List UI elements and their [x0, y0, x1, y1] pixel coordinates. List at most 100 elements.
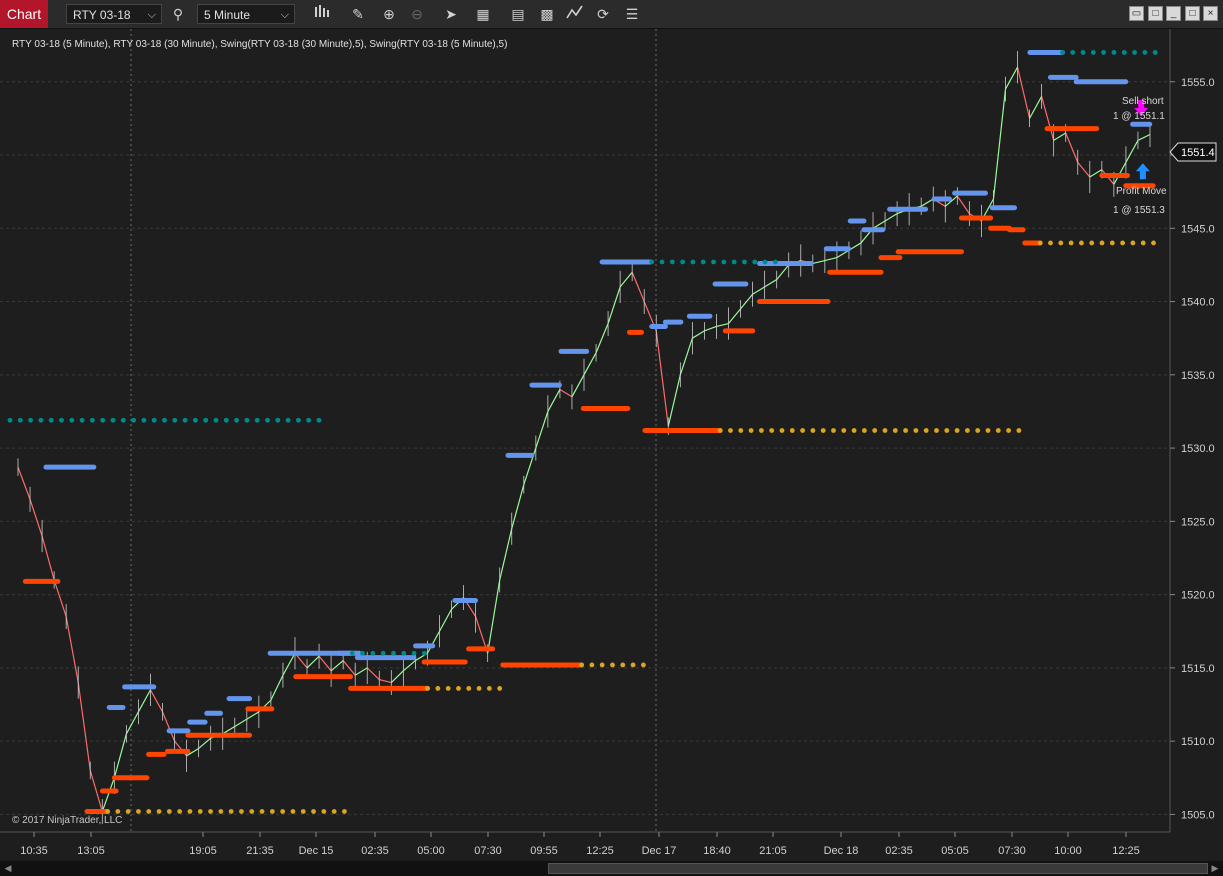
- swing-low-dot: [1006, 428, 1011, 433]
- swing-low-dot: [640, 662, 646, 668]
- swing-high-dot: [69, 417, 75, 423]
- swing-low-dot: [841, 428, 847, 433]
- swing-high-dot: [48, 417, 54, 423]
- swing-high-dot: [411, 650, 417, 656]
- templates-icon[interactable]: ▩: [536, 4, 558, 24]
- search-icon[interactable]: ⚲: [167, 4, 189, 24]
- swing-low-dot: [331, 809, 337, 814]
- swing-low-dot: [620, 662, 626, 668]
- scroll-thumb[interactable]: [548, 863, 1208, 874]
- swing-high-dot: [762, 259, 768, 265]
- properties-icon[interactable]: ☰: [621, 4, 643, 24]
- swing-low-dot: [1037, 240, 1043, 246]
- swing-low-dot: [851, 428, 857, 433]
- swing-low-dot: [800, 428, 805, 433]
- swing-high-dot: [700, 259, 706, 265]
- pencil-icon[interactable]: ✎: [347, 4, 369, 24]
- window-icon[interactable]: □: [1185, 6, 1200, 21]
- swing-high-dot: [772, 259, 778, 265]
- swing-high-dot: [296, 417, 301, 423]
- swing-low-dot: [882, 428, 888, 433]
- zoom-out-icon[interactable]: ⊖: [406, 4, 428, 24]
- swing-low-dot: [476, 685, 482, 691]
- swing-high-dot: [316, 417, 322, 423]
- interval-selector[interactable]: 5 Minute ⌵: [197, 4, 295, 24]
- price-tick-label: 1510.0: [1181, 736, 1215, 748]
- profit-move-price-label: 1 @ 1551.3: [1113, 205, 1165, 216]
- swing-low-dot: [995, 428, 1001, 433]
- swing-low-dot: [1130, 240, 1136, 246]
- swing-high-dot: [742, 259, 747, 265]
- swing-high-dot: [172, 417, 178, 423]
- time-tick-label: 12:25: [1112, 845, 1140, 857]
- swing-low-dot: [1079, 240, 1084, 246]
- bars-type-icon[interactable]: [310, 4, 332, 24]
- swing-low-dot: [1151, 240, 1156, 246]
- data-box-icon[interactable]: ▦: [472, 4, 494, 24]
- swing-low-dot: [321, 809, 327, 814]
- layers-icon[interactable]: ▤: [507, 4, 529, 24]
- swing-high-dot: [349, 650, 355, 656]
- swing-low-dot: [1016, 428, 1022, 433]
- swing-low-dot: [342, 809, 347, 814]
- swing-low-dot: [954, 428, 960, 433]
- swing-low-dot: [300, 809, 306, 814]
- price-tick-label: 1515.0: [1181, 663, 1215, 675]
- swing-low-dot: [831, 428, 836, 433]
- strategy-icon[interactable]: [564, 4, 586, 24]
- price-tick-label: 1505.0: [1181, 809, 1215, 821]
- time-tick-label: Dec 17: [642, 845, 677, 857]
- swing-low-dot: [445, 685, 451, 691]
- price-tick-label: 1540.0: [1181, 297, 1215, 309]
- time-tick-label: 02:35: [361, 845, 389, 857]
- price-tick-label: 1525.0: [1181, 516, 1215, 528]
- swing-high-dot: [649, 259, 655, 265]
- swing-low-dot: [146, 809, 152, 814]
- horizontal-scrollbar[interactable]: ◀ ▶: [0, 861, 1223, 876]
- scroll-right-icon[interactable]: ▶: [1209, 862, 1221, 875]
- time-tick-label: Dec 18: [824, 845, 859, 857]
- time-tick-label: 19:05: [189, 845, 217, 857]
- price-tick-label: 1520.0: [1181, 590, 1215, 602]
- last-price-tag: 1551.4: [1169, 142, 1217, 162]
- maximize-icon[interactable]: □: [1148, 6, 1163, 21]
- close-icon[interactable]: ×: [1203, 6, 1218, 21]
- swing-low-dot: [269, 809, 275, 814]
- swing-low-dot: [311, 809, 316, 814]
- swing-low-dot: [630, 662, 636, 668]
- price-tick-label: 1530.0: [1181, 443, 1215, 455]
- instrument-selector[interactable]: RTY 03-18 ⌵: [66, 4, 162, 24]
- minimize-icon[interactable]: _: [1166, 6, 1181, 21]
- swing-high-dot: [401, 650, 407, 656]
- swing-high-dot: [711, 259, 716, 265]
- chart-tab[interactable]: Chart: [0, 0, 48, 28]
- swing-high-dot: [1111, 50, 1117, 55]
- restore-icon[interactable]: ▭: [1129, 6, 1144, 21]
- plot-background: [0, 29, 1170, 832]
- swing-low-dot: [748, 428, 754, 433]
- swing-high-dot: [680, 259, 686, 265]
- swing-low-dot: [456, 685, 461, 691]
- swing-low-dot: [964, 428, 970, 433]
- refresh-icon[interactable]: ⟳: [592, 4, 614, 24]
- swing-low-dot: [1140, 240, 1146, 246]
- swing-high-dot: [1070, 50, 1076, 55]
- price-chart[interactable]: 1505.0 1510.0 1515.0 1520.0 1525.0 1530.0 1535…: [0, 29, 1223, 861]
- time-tick-label: 09:55: [530, 845, 558, 857]
- swing-high-dot: [17, 417, 23, 423]
- swing-low-dot: [208, 809, 213, 814]
- time-tick-label: 10:00: [1054, 845, 1082, 857]
- time-tick-label: Dec 15: [299, 845, 334, 857]
- swing-high-dot: [1142, 50, 1148, 55]
- time-tick-label: 12:25: [586, 845, 614, 857]
- swing-high-dot: [380, 650, 386, 656]
- swing-high-dot: [244, 417, 250, 423]
- zoom-in-icon[interactable]: ⊕: [378, 4, 400, 24]
- swing-high-dot: [752, 259, 758, 265]
- sell-short-label: Sell short: [1122, 96, 1164, 107]
- scroll-left-icon[interactable]: ◀: [2, 862, 14, 875]
- chevron-down-icon: ⌵: [280, 9, 289, 21]
- pointer-icon[interactable]: ➤: [440, 4, 462, 24]
- time-tick-label: 10:35: [20, 845, 48, 857]
- swing-low-dot: [239, 809, 244, 814]
